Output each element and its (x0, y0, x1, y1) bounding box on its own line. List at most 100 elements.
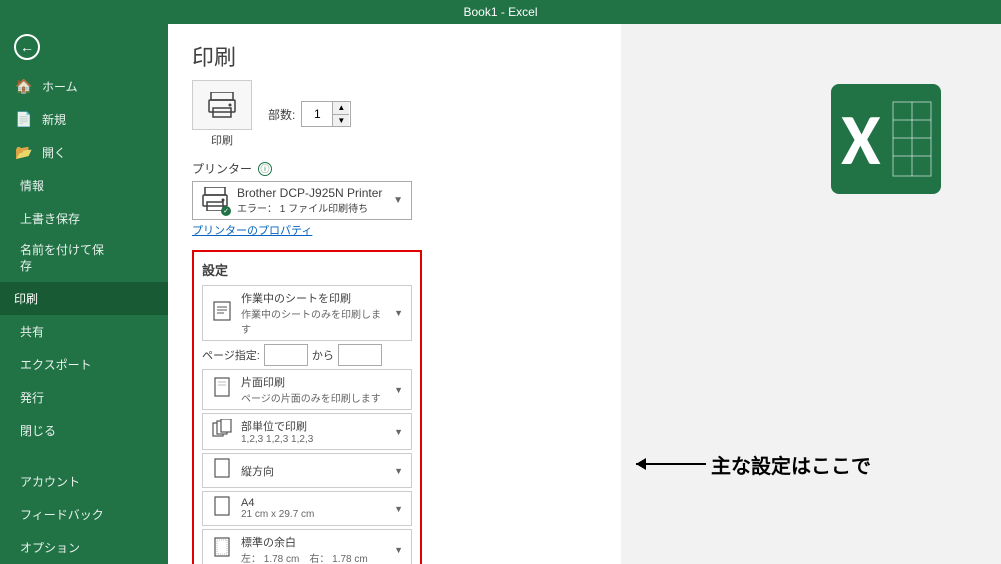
page-range-label: ページ指定: (202, 347, 260, 363)
setting-sub-collate: 1,2,3 1,2,3 1,2,3 (241, 434, 386, 445)
sidebar-item-save[interactable]: 上書き保存 (0, 202, 168, 235)
sidebar-item-feedback[interactable]: フィードバック (0, 498, 168, 531)
print-button-label: 印刷 (211, 132, 233, 148)
setting-row-margin[interactable]: 標準の余白 左： 1.78 cm 右： 1.78 cm ▼ (202, 529, 412, 564)
printer-section: プリンター ⓘ ✓ Brother DCP-J925N Printer エラー：… (168, 160, 621, 250)
sidebar-item-options[interactable]: オプション (0, 531, 168, 564)
excel-logo: X (831, 84, 941, 194)
setting-text-duplex: 片面印刷 ページの片面のみを印刷します (241, 374, 386, 405)
setting-row-collate[interactable]: 部単位で印刷 1,2,3 1,2,3 1,2,3 ▼ (202, 413, 412, 450)
sidebar-item-home-label: ホーム (42, 78, 78, 95)
sidebar-item-home[interactable]: 🏠 ホーム (0, 70, 168, 103)
sidebar-item-share-label: 共有 (20, 325, 44, 339)
sidebar-item-share[interactable]: 共有 (0, 315, 168, 348)
settings-title: 設定 (202, 260, 412, 279)
copies-input-container: ▲ ▼ (301, 101, 351, 127)
sidebar-item-info[interactable]: 情報 (0, 169, 168, 202)
copies-down-button[interactable]: ▼ (333, 114, 349, 127)
sidebar-item-options-label: オプション (20, 541, 80, 555)
sheet-dropdown-arrow: ▼ (394, 308, 403, 318)
setting-sub-paper: 21 cm x 29.7 cm (241, 509, 386, 520)
page-title: 印刷 (168, 24, 621, 80)
page-range-row: ページ指定: から (202, 344, 412, 366)
printer-icon-wrapper: ✓ (201, 187, 229, 214)
page-range-from-label: から (312, 347, 334, 363)
sidebar-item-export-label: エクスポート (20, 358, 92, 372)
sidebar-item-saveas-label: 名前を付けて保存 (20, 243, 104, 273)
copies-control: 部数: ▲ ▼ (268, 101, 351, 127)
copies-input[interactable] (302, 105, 332, 123)
settings-box: 設定 作業中のシートを印刷 作業中のシートのみを印刷します (192, 250, 422, 564)
setting-row-duplex[interactable]: 片面印刷 ページの片面のみを印刷します ▼ (202, 369, 412, 410)
setting-row-sheet[interactable]: 作業中のシートを印刷 作業中のシートのみを印刷します ▼ (202, 285, 412, 341)
collate-dropdown-arrow: ▼ (394, 427, 403, 437)
paper-icon (211, 496, 233, 521)
home-icon: 🏠 (14, 78, 34, 95)
title-bar: Book1 - Excel (0, 0, 1001, 24)
paper-dropdown-arrow: ▼ (394, 504, 403, 514)
duplex-dropdown-arrow: ▼ (394, 385, 403, 395)
sidebar: ← 🏠 ホーム 📄 新規 📂 開く 情報 上書き保存 名前を付けて保存 印刷 (0, 24, 168, 564)
orientation-icon (211, 458, 233, 483)
setting-main-collate: 部単位で印刷 (241, 418, 386, 434)
setting-text-orientation: 縦方向 (241, 463, 386, 479)
sidebar-item-close-label: 閉じる (20, 424, 56, 438)
sidebar-item-print-label: 印刷 (14, 290, 38, 307)
sidebar-item-new[interactable]: 📄 新規 (0, 103, 168, 136)
back-icon: ← (14, 34, 40, 60)
annotation-container: 主な設定はここで (631, 444, 871, 484)
info-icon[interactable]: ⓘ (258, 162, 272, 176)
setting-row-orientation[interactable]: 縦方向 ▼ (202, 453, 412, 488)
margin-icon (211, 537, 233, 562)
sidebar-item-export[interactable]: エクスポート (0, 348, 168, 381)
setting-text-collate: 部単位で印刷 1,2,3 1,2,3 1,2,3 (241, 418, 386, 445)
print-button-box: 印刷 (192, 80, 252, 148)
settings-scroll: 設定 作業中のシートを印刷 作業中のシートのみを印刷します (168, 250, 621, 564)
sidebar-item-open-label: 開く (42, 144, 66, 161)
sidebar-item-account[interactable]: アカウント (0, 465, 168, 498)
annotation-text: 主な設定はここで (711, 450, 871, 479)
new-icon: 📄 (14, 111, 34, 128)
setting-text-margin: 標準の余白 左： 1.78 cm 右： 1.78 cm (241, 534, 386, 564)
sidebar-item-account-label: アカウント (20, 475, 80, 489)
setting-sub-sheet: 作業中のシートのみを印刷します (241, 306, 386, 336)
printer-name: Brother DCP-J925N Printer (237, 186, 385, 200)
svg-text:X: X (841, 96, 881, 184)
printer-properties-link[interactable]: プリンターのプロパティ (192, 220, 312, 242)
printer-status-icon: ✓ (221, 206, 231, 216)
printer-info: Brother DCP-J925N Printer エラー： 1 ファイル印刷待… (237, 186, 385, 215)
setting-sub-duplex: ページの片面のみを印刷します (241, 390, 386, 405)
margin-dropdown-arrow: ▼ (394, 545, 403, 555)
setting-text-sheet: 作業中のシートを印刷 作業中のシートのみを印刷します (241, 290, 386, 336)
print-controls: 印刷 部数: ▲ ▼ (168, 80, 621, 160)
sheet-icon (211, 301, 233, 326)
page-range-from-input[interactable] (264, 344, 308, 366)
printer-section-title: プリンター ⓘ (192, 160, 597, 177)
main-content: 印刷 印刷 部数: (168, 24, 621, 564)
sidebar-item-new-label: 新規 (42, 111, 66, 128)
sidebar-item-print[interactable]: 印刷 (0, 282, 168, 315)
page-range-to-input[interactable] (338, 344, 382, 366)
sidebar-item-feedback-label: フィードバック (20, 508, 104, 522)
printer-dropdown-arrow: ▼ (393, 195, 403, 206)
copies-up-button[interactable]: ▲ (333, 102, 349, 114)
setting-row-paper[interactable]: A4 21 cm x 29.7 cm ▼ (202, 491, 412, 526)
open-icon: 📂 (14, 144, 34, 161)
setting-main-paper: A4 (241, 497, 386, 509)
annotation-arrow (631, 444, 711, 484)
back-button[interactable]: ← (0, 24, 168, 70)
sidebar-item-publish[interactable]: 発行 (0, 381, 168, 414)
sidebar-item-close[interactable]: 閉じる (0, 414, 168, 447)
right-panel: X 主な設定はここで (621, 24, 1001, 564)
excel-logo-container: X (831, 84, 941, 197)
printer-dropdown[interactable]: ✓ Brother DCP-J925N Printer エラー： 1 ファイル印… (192, 181, 412, 220)
setting-text-paper: A4 21 cm x 29.7 cm (241, 497, 386, 520)
copies-spinner: ▲ ▼ (332, 102, 349, 126)
setting-main-margin: 標準の余白 (241, 534, 386, 550)
print-button[interactable] (192, 80, 252, 130)
sidebar-item-saveas[interactable]: 名前を付けて保存 (0, 235, 168, 282)
setting-sub-margin: 左： 1.78 cm 右： 1.78 cm (241, 550, 386, 564)
sidebar-item-info-label: 情報 (20, 179, 44, 193)
setting-main-duplex: 片面印刷 (241, 374, 386, 390)
sidebar-item-open[interactable]: 📂 開く (0, 136, 168, 169)
